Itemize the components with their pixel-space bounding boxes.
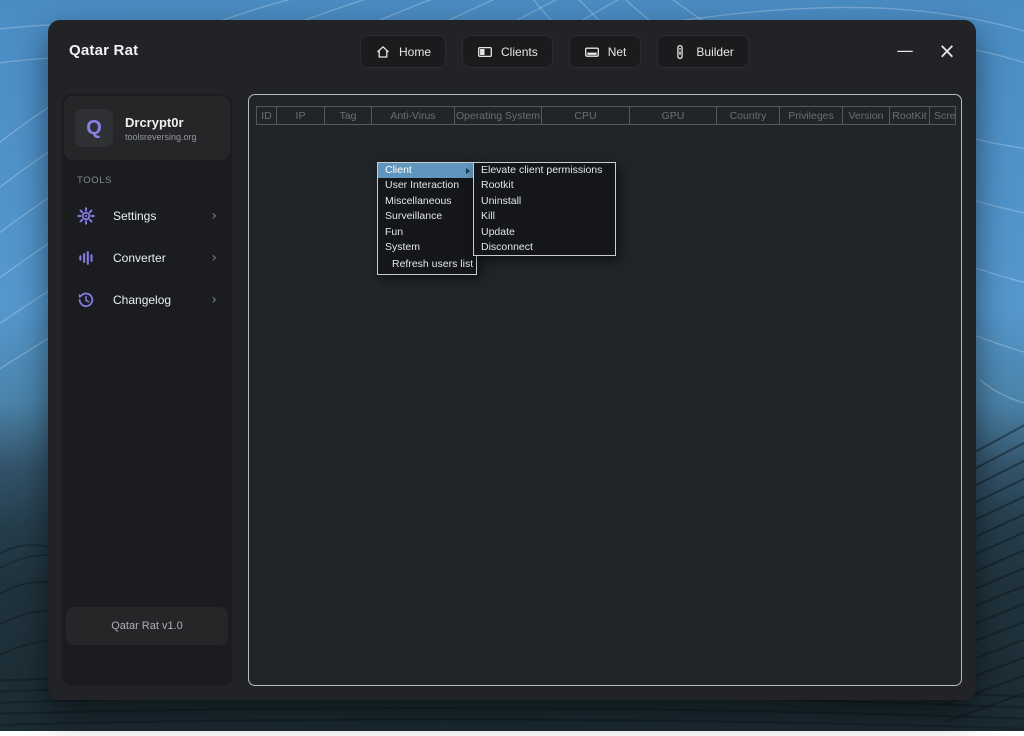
column-header-privileges[interactable]: Privileges xyxy=(780,107,843,124)
context-menu-item-system[interactable]: System xyxy=(378,240,476,255)
sidebar-item-settings-label: Settings xyxy=(113,209,211,223)
context-menu-item-surveillance[interactable]: Surveillance xyxy=(378,209,476,224)
app-title: Qatar Rat xyxy=(69,42,138,59)
profile-card[interactable]: Q Drcrypt0r toolsreversing.org xyxy=(64,96,230,160)
nav-home-label: Home xyxy=(399,45,431,59)
nav-net-button[interactable]: Net xyxy=(569,35,642,68)
sidebar-item-changelog[interactable]: Changelog › xyxy=(64,287,230,313)
chevron-right-icon: › xyxy=(211,208,217,224)
context-menu-item-client[interactable]: Client xyxy=(378,163,476,178)
submenu-item-disconnect[interactable]: Disconnect xyxy=(474,240,615,255)
version-badge: Qatar Rat v1.0 xyxy=(66,607,228,645)
sidebar-item-converter-label: Converter xyxy=(113,251,211,265)
app-window: Qatar Rat Home Clients xyxy=(48,20,976,700)
nav-clients-label: Clients xyxy=(501,45,538,59)
profile-subtitle: toolsreversing.org xyxy=(125,132,197,142)
profile-info: Drcrypt0r toolsreversing.org xyxy=(125,115,197,142)
nav-net-label: Net xyxy=(608,45,627,59)
avatar: Q xyxy=(75,109,113,147)
builder-icon xyxy=(672,44,688,60)
column-header-cpu[interactable]: CPU xyxy=(542,107,630,124)
profile-name: Drcrypt0r xyxy=(125,115,197,130)
chevron-right-icon: › xyxy=(211,292,217,308)
sidebar-item-changelog-label: Changelog xyxy=(113,293,211,307)
sidebar-item-settings[interactable]: Settings › xyxy=(64,203,230,229)
close-button[interactable]: × xyxy=(934,38,960,64)
table-header: ID IP Tag Anti-Virus Operating System CP… xyxy=(256,106,956,125)
chevron-right-icon: › xyxy=(211,250,217,266)
column-header-screen[interactable]: Scree xyxy=(930,107,955,124)
submenu-item-rootkit[interactable]: Rootkit xyxy=(474,178,615,193)
submenu-arrow-icon xyxy=(466,168,470,174)
column-header-version[interactable]: Version xyxy=(843,107,890,124)
equalizer-icon xyxy=(77,249,95,267)
titlebar: Qatar Rat Home Clients xyxy=(48,20,976,82)
submenu-item-elevate-client-permissions[interactable]: Elevate client permissions xyxy=(474,163,615,178)
tools-section-label: TOOLS xyxy=(77,175,112,186)
submenu-item-uninstall[interactable]: Uninstall xyxy=(474,194,615,209)
context-menu-item-refresh-users-list[interactable]: Refresh users list xyxy=(378,255,476,274)
column-header-country[interactable]: Country xyxy=(717,107,780,124)
context-menu-item-fun[interactable]: Fun xyxy=(378,225,476,240)
home-icon xyxy=(375,44,391,60)
nav-home-button[interactable]: Home xyxy=(360,35,446,68)
nav-clients-button[interactable]: Clients xyxy=(462,35,553,68)
sidebar-item-converter[interactable]: Converter › xyxy=(64,245,230,271)
gear-icon xyxy=(77,207,95,225)
submenu-item-kill[interactable]: Kill xyxy=(474,209,615,224)
column-header-gpu[interactable]: GPU xyxy=(630,107,717,124)
submenu-item-update[interactable]: Update xyxy=(474,225,615,240)
net-icon xyxy=(584,44,600,60)
sidebar: Q Drcrypt0r toolsreversing.org TOOLS xyxy=(62,94,232,686)
context-submenu: Elevate client permissions Rootkit Unins… xyxy=(473,162,616,256)
main-nav: Home Clients Net xyxy=(360,35,749,68)
window-controls: — × xyxy=(892,20,960,82)
context-menu-item-user-interaction[interactable]: User Interaction xyxy=(378,178,476,193)
history-clock-icon xyxy=(77,291,95,309)
column-header-antivirus[interactable]: Anti-Virus xyxy=(372,107,455,124)
avatar-letter: Q xyxy=(86,117,102,140)
column-header-id[interactable]: ID xyxy=(257,107,277,124)
nav-builder-button[interactable]: Builder xyxy=(657,35,748,68)
column-header-tag[interactable]: Tag xyxy=(325,107,372,124)
context-menu-item-miscellaneous[interactable]: Miscellaneous xyxy=(378,194,476,209)
minimize-button[interactable]: — xyxy=(892,38,918,64)
clients-icon xyxy=(477,44,493,60)
column-header-os[interactable]: Operating System xyxy=(455,107,542,124)
column-header-ip[interactable]: IP xyxy=(277,107,325,124)
nav-builder-label: Builder xyxy=(696,45,733,59)
context-menu: Client User Interaction Miscellaneous Su… xyxy=(377,162,477,275)
column-header-rootkit[interactable]: RootKit xyxy=(890,107,930,124)
